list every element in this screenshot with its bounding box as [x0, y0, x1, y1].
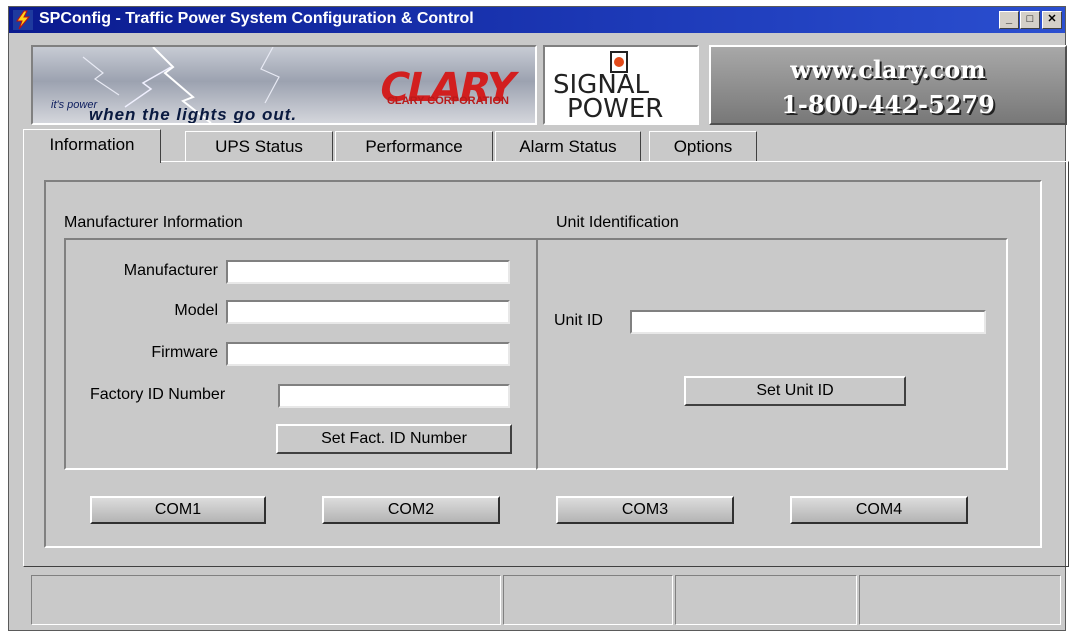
close-button[interactable]: ✕ [1042, 11, 1062, 29]
manufacturer-field[interactable] [226, 260, 510, 284]
tagline-large: when the lights go out. [89, 105, 298, 124]
clary-corporation-text: CLARY CORPORATION [386, 95, 509, 107]
app-lightning-icon [13, 10, 33, 30]
unit-identification-heading: Unit Identification [556, 214, 679, 231]
set-unit-id-button[interactable]: Set Unit ID [684, 376, 906, 406]
minimize-button[interactable]: _ [999, 11, 1019, 29]
clary-banner: CLARY CLARY CORPORATION it's power when … [31, 45, 537, 125]
manufacturer-info-group: Manufacturer Model Firmware Factory ID N… [64, 238, 538, 470]
information-panel: Manufacturer Information Unit Identifica… [23, 161, 1069, 567]
factory-id-field[interactable] [278, 384, 510, 408]
unit-id-field[interactable] [630, 310, 986, 334]
tab-ups-status[interactable]: UPS Status [185, 131, 333, 161]
factory-id-label: Factory ID Number [90, 386, 226, 403]
tab-performance[interactable]: Performance [335, 131, 493, 161]
maximize-button[interactable]: □ [1020, 11, 1040, 29]
status-pane-1 [31, 575, 501, 625]
app-window: SPConfig - Traffic Power System Configur… [8, 6, 1069, 631]
com4-button[interactable]: COM4 [790, 496, 968, 524]
manufacturer-label: Manufacturer [123, 262, 218, 279]
website-url: www.clary.com [790, 55, 986, 84]
com3-button[interactable]: COM3 [556, 496, 734, 524]
tab-alarm-status[interactable]: Alarm Status [495, 131, 641, 161]
tab-options[interactable]: Options [649, 131, 757, 161]
power-text: POWER [567, 94, 664, 124]
window-title: SPConfig - Traffic Power System Configur… [39, 10, 474, 27]
model-label: Model [174, 302, 218, 319]
status-pane-4 [859, 575, 1061, 625]
status-pane-3 [675, 575, 857, 625]
firmware-label: Firmware [151, 344, 218, 361]
set-factory-id-button[interactable]: Set Fact. ID Number [276, 424, 512, 454]
phone-number: 1-800-442-5279 [781, 90, 995, 119]
firmware-field[interactable] [226, 342, 510, 366]
manufacturer-info-heading: Manufacturer Information [64, 214, 243, 231]
title-bar[interactable]: SPConfig - Traffic Power System Configur… [9, 7, 1065, 33]
model-field[interactable] [226, 300, 510, 324]
status-pane-2 [503, 575, 673, 625]
com1-button[interactable]: COM1 [90, 496, 266, 524]
signal-power-logo: SIGNAL POWER [543, 45, 699, 125]
unit-identification-group: Unit ID Set Unit ID [536, 238, 1008, 470]
unit-id-label: Unit ID [554, 312, 603, 329]
tab-information[interactable]: Information [23, 129, 161, 163]
information-inner-frame: Manufacturer Information Unit Identifica… [44, 180, 1042, 548]
contact-banner: www.clary.com 1-800-442-5279 [709, 45, 1067, 125]
com2-button[interactable]: COM2 [322, 496, 500, 524]
